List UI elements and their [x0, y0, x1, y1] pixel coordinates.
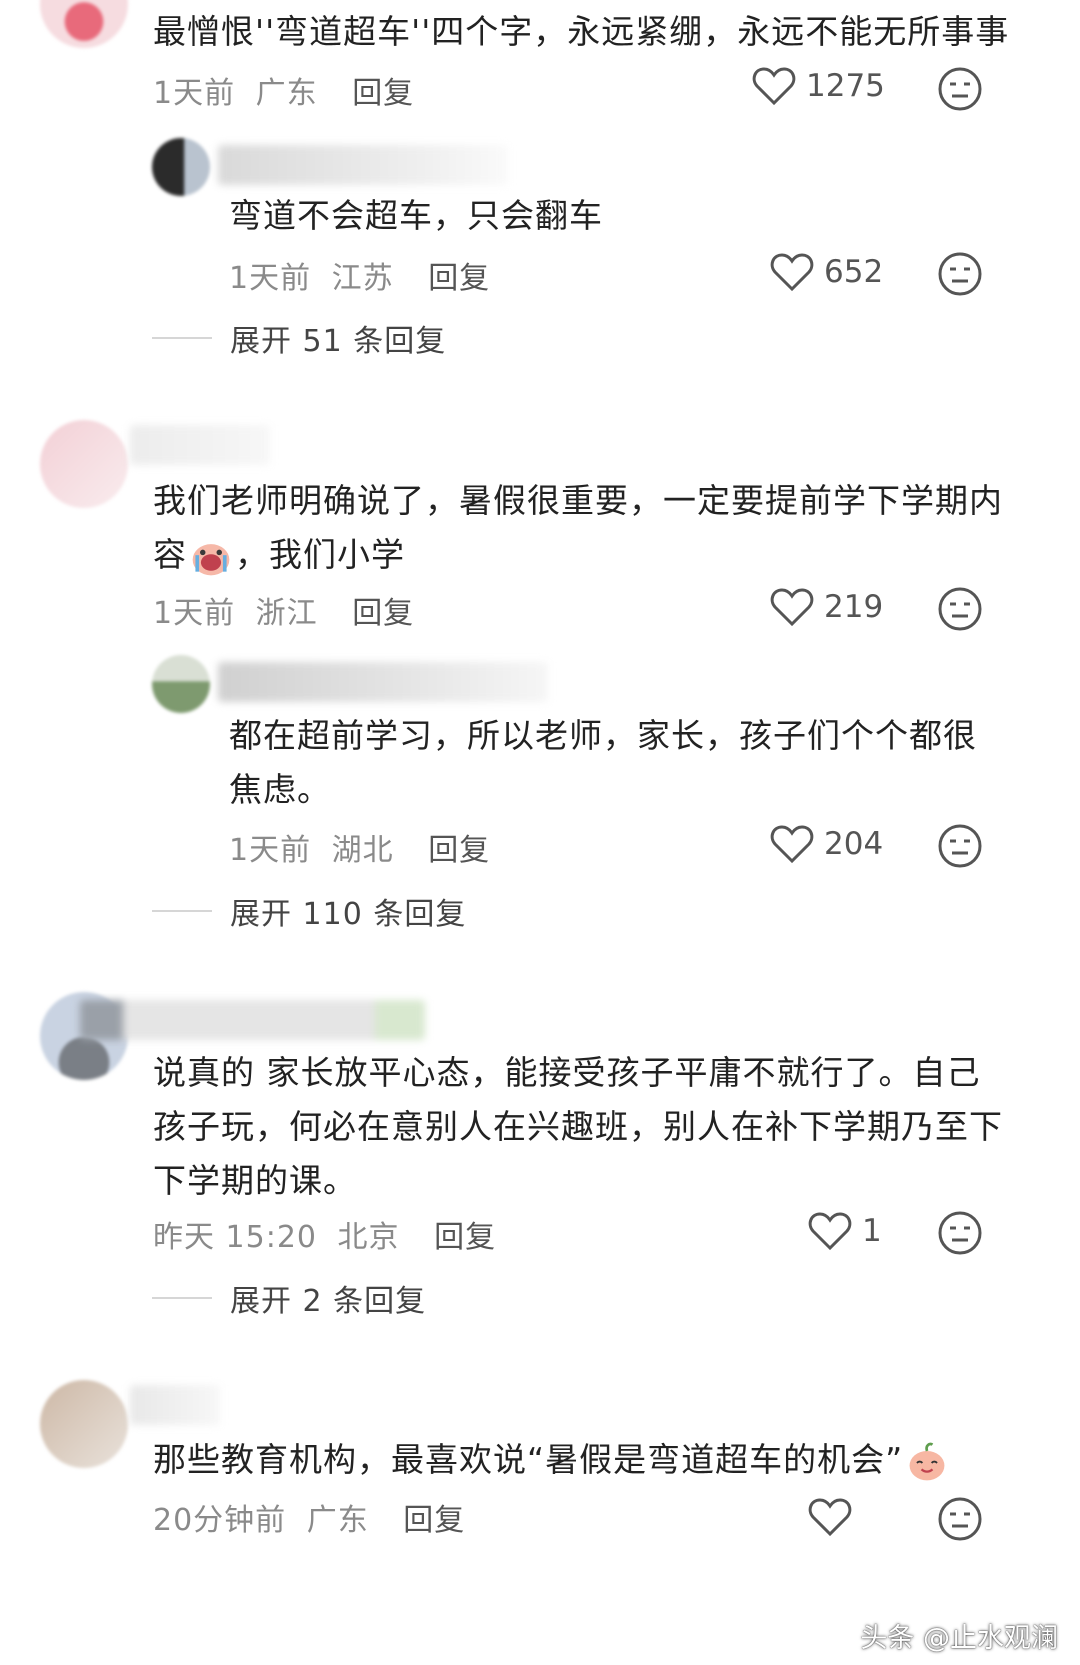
comment-location: 广东 [306, 1503, 369, 1538]
reply-button[interactable]: 回复 [352, 76, 414, 111]
comment-time: 昨天 15:20 [153, 1220, 317, 1255]
heart-icon [770, 253, 814, 292]
like-button[interactable]: 1 [808, 1211, 882, 1251]
username-blurred[interactable] [130, 425, 270, 465]
meh-face-icon[interactable] [937, 1210, 983, 1256]
reply-button[interactable]: 回复 [403, 1503, 465, 1538]
avatar[interactable] [40, 0, 128, 48]
comment-text-line: 说真的 家长放平心态，能接受孩子平庸不就行了。自己 [153, 1053, 981, 1092]
comment-text: 那些教育机构，最喜欢说“暑假是弯道超车的机会” [153, 1433, 951, 1487]
divider [152, 337, 212, 339]
comment-location: 广东 [255, 76, 318, 111]
peach-face-emoji [909, 1442, 945, 1480]
comment-meta: 1天前 浙江 回复 [153, 588, 414, 632]
like-count: 1 [862, 1213, 882, 1249]
heart-icon [808, 1212, 852, 1251]
comment-text-line: 我们老师明确说了，暑假很重要，一定要提前学下学期内 [153, 481, 1003, 520]
comment-meta: 1天前 广东 回复 [153, 68, 414, 112]
heart-icon [770, 825, 814, 864]
comment-text: 弯道不会超车，只会翻车 [229, 196, 603, 235]
expand-replies-button[interactable]: 展开 110 条回复 [152, 889, 466, 933]
username-blurred[interactable] [130, 1385, 220, 1425]
like-count: 1275 [806, 68, 885, 104]
like-button[interactable]: 204 [770, 824, 883, 864]
comment-location: 湖北 [331, 833, 394, 868]
reply-button[interactable]: 回复 [434, 1220, 496, 1255]
comment-text-line: 孩子玩，何必在意别人在兴趣班，别人在补下学期乃至下 [153, 1107, 1003, 1146]
heart-icon [752, 67, 796, 106]
avatar[interactable] [40, 420, 128, 508]
like-count: 219 [824, 589, 884, 625]
comment-text: 最憎恨''弯道超车''四个字，永远紧绷，永远不能无所事事 [153, 12, 1010, 51]
reply-button[interactable]: 回复 [428, 833, 490, 868]
like-button[interactable]: 652 [770, 252, 883, 292]
comment-text-line: 都在超前学习，所以老师，家长，孩子们个个都很 [229, 716, 977, 755]
reply-button[interactable]: 回复 [428, 261, 490, 296]
comment-text-line: ，我们小学 [235, 535, 405, 574]
comment-time: 1天前 [229, 261, 312, 296]
comment-location: 江苏 [331, 261, 394, 296]
like-button[interactable]: 219 [770, 587, 883, 627]
comment-time: 1天前 [229, 833, 312, 868]
meh-face-icon[interactable] [937, 251, 983, 297]
username-blurred[interactable] [218, 145, 508, 185]
comment-time: 1天前 [153, 76, 236, 111]
reply-button[interactable]: 回复 [352, 596, 414, 631]
meh-face-icon[interactable] [937, 823, 983, 869]
comment-time: 20分钟前 [153, 1503, 287, 1538]
comment-location: 浙江 [255, 596, 318, 631]
username-blurred[interactable] [80, 1000, 425, 1040]
meh-face-icon[interactable] [937, 586, 983, 632]
comment-text: 说真的 家长放平心态，能接受孩子平庸不就行了。自己 孩子玩，何必在意别人在兴趣班… [153, 1046, 1003, 1208]
comment-text: 都在超前学习，所以老师，家长，孩子们个个都很 焦虑。 [229, 709, 977, 817]
like-button[interactable] [808, 1497, 852, 1537]
expand-replies-label: 展开 51 条回复 [230, 324, 447, 359]
crying-face-emoji [192, 543, 230, 575]
avatar[interactable] [40, 1380, 128, 1468]
comment-meta: 1天前 江苏 回复 [229, 253, 490, 297]
watermark: 头条 @止水观澜 [860, 1623, 1058, 1654]
expand-replies-button[interactable]: 展开 51 条回复 [152, 316, 446, 360]
comment-location: 北京 [337, 1220, 400, 1255]
meh-face-icon[interactable] [937, 66, 983, 112]
comment-time: 1天前 [153, 596, 236, 631]
comment-meta: 1天前 湖北 回复 [229, 825, 490, 869]
comment-meta: 20分钟前 广东 回复 [153, 1495, 465, 1539]
expand-replies-label: 展开 2 条回复 [230, 1284, 427, 1319]
expand-replies-label: 展开 110 条回复 [230, 897, 467, 932]
meh-face-icon[interactable] [937, 1496, 983, 1542]
like-count: 652 [824, 254, 884, 290]
divider [152, 910, 212, 912]
like-button[interactable]: 1275 [752, 66, 885, 106]
heart-icon [808, 1498, 852, 1537]
divider [152, 1297, 212, 1299]
comment-text: 我们老师明确说了，暑假很重要，一定要提前学下学期内 容 ，我们小学 [153, 474, 1003, 582]
avatar[interactable] [152, 138, 210, 196]
comment-text-line: 容 [153, 535, 187, 574]
heart-icon [770, 588, 814, 627]
username-blurred[interactable] [218, 662, 548, 702]
like-count: 204 [824, 826, 884, 862]
comment-meta: 昨天 15:20 北京 回复 [153, 1212, 496, 1256]
comment-text-line: 下学期的课。 [153, 1161, 357, 1200]
expand-replies-button[interactable]: 展开 2 条回复 [152, 1276, 426, 1320]
avatar[interactable] [152, 655, 210, 713]
comment-text-line: 那些教育机构，最喜欢说“暑假是弯道超车的机会” [153, 1440, 904, 1479]
comment-text-line: 焦虑。 [229, 770, 331, 809]
